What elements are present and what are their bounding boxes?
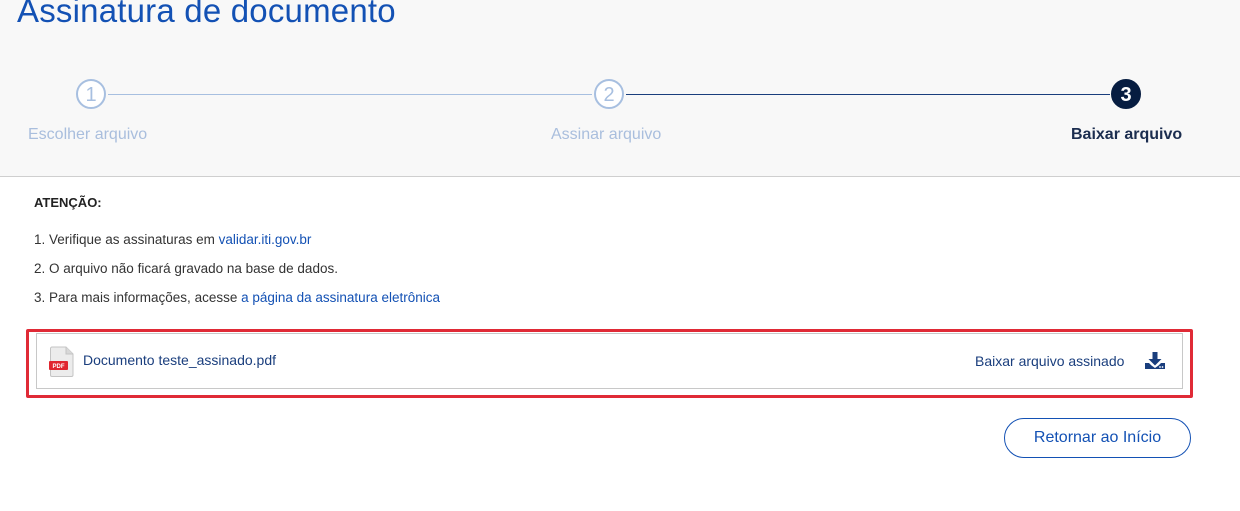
step-3-circle: 3 <box>1111 79 1141 109</box>
validar-link[interactable]: validar.iti.gov.br <box>219 232 312 247</box>
pdf-file-icon: PDF <box>49 346 74 377</box>
attention-item-3: 3. Para mais informações, acesse a págin… <box>34 290 440 305</box>
return-home-button[interactable]: Retornar ao Início <box>1004 418 1191 458</box>
page-title: Assinatura de documento <box>17 0 396 29</box>
attention-item-3-text: 3. Para mais informações, acesse <box>34 290 242 305</box>
download-signed-file-link[interactable]: Baixar arquivo assinado <box>975 353 1124 369</box>
step-2-label: Assinar arquivo <box>551 126 662 143</box>
attention-item-1-text: 1. Verifique as assinaturas em <box>34 232 219 247</box>
stepper-connector-2 <box>626 94 1110 95</box>
attention-item-2: 2. O arquivo não ficará gravado na base … <box>34 261 338 276</box>
electronic-signature-page-link[interactable]: a página da assinatura eletrônica <box>241 290 440 305</box>
pdf-icon-text: PDF <box>53 364 65 370</box>
attention-item-1: 1. Verifique as assinaturas em validar.i… <box>34 232 311 247</box>
stepper-connector-1 <box>108 94 592 95</box>
step-3-label: Baixar arquivo <box>1071 126 1183 143</box>
step-1-label: Escolher arquivo <box>28 126 148 143</box>
page-header: Assinatura de documento 1 2 3 Escolher a… <box>0 0 1240 177</box>
download-icon[interactable] <box>1144 351 1166 371</box>
attention-heading: ATENÇÃO: <box>34 195 102 210</box>
step-1-circle: 1 <box>76 79 106 109</box>
step-2-circle: 2 <box>594 79 624 109</box>
signed-file-name[interactable]: Documento teste_assinado.pdf <box>83 352 276 368</box>
attention-item-2-text: 2. O arquivo não ficará gravado na base … <box>34 261 338 276</box>
